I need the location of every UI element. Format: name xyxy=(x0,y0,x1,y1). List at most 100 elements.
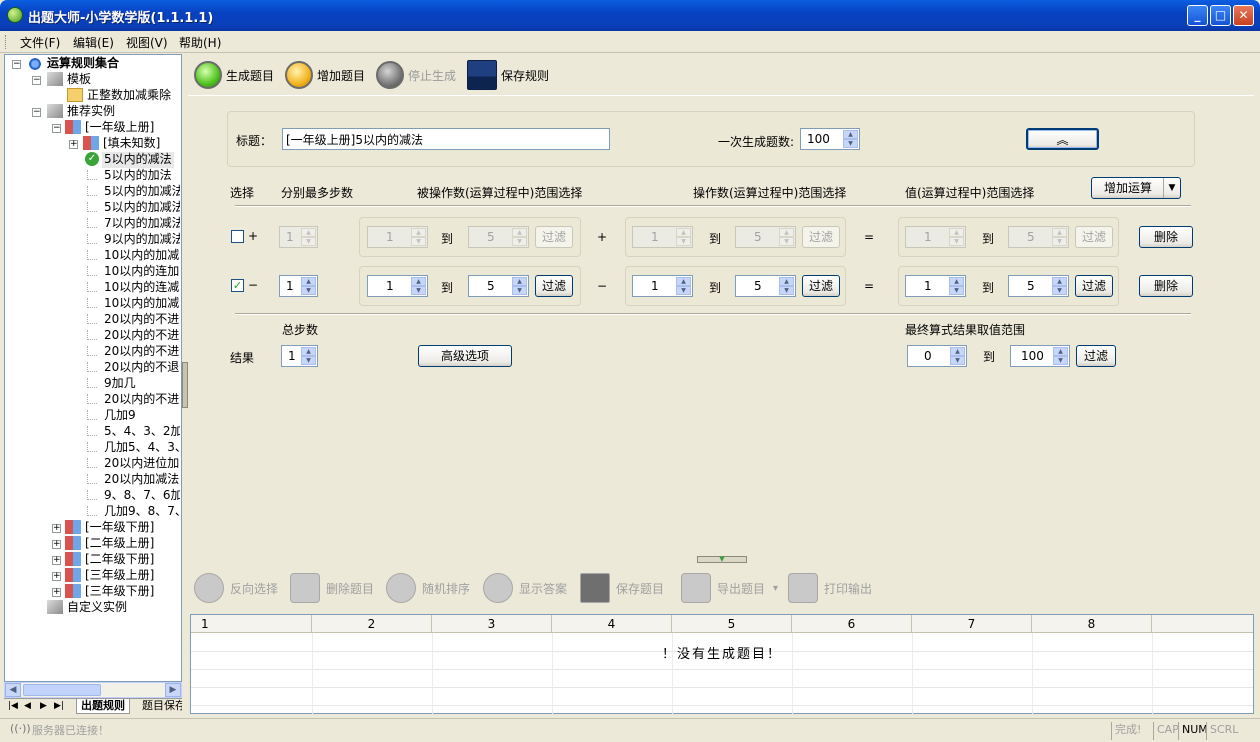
row1-steps[interactable]: 1 ▲ ▼ xyxy=(279,226,318,248)
export-button[interactable]: 导出题目 ▾ xyxy=(681,570,778,606)
grid-col-4[interactable]: 4 xyxy=(552,615,672,633)
row2-v-to[interactable]: 5 ▲ ▼ xyxy=(1008,275,1069,297)
spin-up-icon[interactable]: ▲ xyxy=(512,277,527,286)
advanced-options-button[interactable]: 高级选项 xyxy=(418,345,512,367)
tab-first-button[interactable]: |◀ xyxy=(8,701,18,711)
row1-a-filter[interactable]: 过滤 xyxy=(535,226,573,248)
menu-file[interactable]: 文件(F) xyxy=(20,34,60,51)
tree-leaf[interactable]: 20以内的不进位 xyxy=(104,312,180,328)
spin-down-icon[interactable]: ▼ xyxy=(301,286,316,295)
tree-leaf[interactable]: 20以内的不进位 xyxy=(104,344,180,360)
close-button[interactable]: ✕ xyxy=(1233,5,1254,26)
tree-leaf[interactable]: 20以内的不退位 xyxy=(104,360,180,376)
title-input[interactable]: [一年级上册]5以内的减法 xyxy=(282,128,610,150)
total-steps-spinner[interactable]: 1 ▲ ▼ xyxy=(281,345,318,367)
spin-down-icon[interactable]: ▼ xyxy=(950,356,965,365)
row1-checkbox[interactable] xyxy=(231,230,244,243)
tree-expander[interactable]: + xyxy=(52,556,61,565)
scroll-left-button[interactable]: ◀ xyxy=(5,683,21,697)
row1-v-filter[interactable]: 过滤 xyxy=(1075,226,1113,248)
stop-button[interactable]: 停止生成 xyxy=(376,59,456,91)
tree-leaf[interactable]: 20以内加减法 xyxy=(104,472,180,488)
tree-grade[interactable]: [二年级下册] xyxy=(85,552,154,568)
tree-expander[interactable]: + xyxy=(52,588,61,597)
tree-leaf[interactable]: 几加5、4、3、2 xyxy=(104,440,180,456)
spin-up-icon[interactable]: ▲ xyxy=(1053,347,1068,356)
add-operation-button[interactable]: 增加运算 ▼ xyxy=(1091,177,1181,199)
spin-up-icon[interactable]: ▲ xyxy=(301,347,316,356)
spin-down-icon[interactable]: ▼ xyxy=(411,286,426,295)
tree-grade[interactable]: [三年级上册] xyxy=(85,568,154,584)
spin-up-icon[interactable]: ▲ xyxy=(301,228,316,237)
tree-grade[interactable]: [三年级下册] xyxy=(85,584,154,600)
generate-button[interactable]: 生成题目 xyxy=(194,59,274,91)
questions-grid[interactable]: 1 2 3 4 5 6 7 8 ！没有生成题目！ xyxy=(190,614,1254,715)
spin-down-icon[interactable]: ▼ xyxy=(411,237,426,246)
spin-up-icon[interactable]: ▲ xyxy=(301,277,316,286)
tree-leaf[interactable]: 9、8、7、6加几 xyxy=(104,488,180,504)
spin-up-icon[interactable]: ▲ xyxy=(676,277,691,286)
spin-down-icon[interactable]: ▼ xyxy=(1052,286,1067,295)
count-spinner[interactable]: 100 ▲ ▼ xyxy=(800,128,860,150)
tree-leaf[interactable]: 20以内进位加法 xyxy=(104,456,180,472)
spin-up-icon[interactable]: ▲ xyxy=(949,228,964,237)
spin-up-icon[interactable]: ▲ xyxy=(411,277,426,286)
scroll-right-button[interactable]: ▶ xyxy=(165,683,181,697)
final-filter-button[interactable]: 过滤 xyxy=(1076,345,1116,367)
spin-down-icon[interactable]: ▼ xyxy=(779,286,794,295)
tree-leaf[interactable]: 10以内的连减 xyxy=(104,280,180,296)
row2-a-from[interactable]: 1 ▲ ▼ xyxy=(367,275,428,297)
grid-col-1[interactable]: 1 xyxy=(191,615,312,633)
tree-leaf[interactable]: 5以内的加减法 xyxy=(104,200,180,216)
row2-a-to[interactable]: 5 ▲ ▼ xyxy=(468,275,529,297)
tree-leaf[interactable]: 9加几 xyxy=(104,376,180,392)
scroll-thumb[interactable] xyxy=(23,684,101,696)
grid-col-7[interactable]: 7 xyxy=(912,615,1032,633)
collapse-button[interactable]: ︽ xyxy=(1026,128,1099,150)
tab-rules[interactable]: 出题规则 xyxy=(76,699,130,714)
maximize-button[interactable]: □ xyxy=(1210,5,1231,26)
rule-tree[interactable]: − 运算规则集合 − 模板 正整数加减乘除 − 推荐实例 − [一年级上册] +… xyxy=(4,54,182,682)
tree-expander[interactable]: + xyxy=(52,572,61,581)
row1-b-to[interactable]: 5 ▲ ▼ xyxy=(735,226,796,248)
tree-leaf[interactable]: 5以内的加减法 xyxy=(104,184,180,200)
shuffle-button[interactable]: 随机排序 xyxy=(386,570,470,606)
tree-leaf[interactable]: 几加9、8、7、6 xyxy=(104,504,180,520)
tree-fill[interactable]: [填未知数] xyxy=(103,136,160,152)
tree-leaf[interactable]: 10以内的连加 xyxy=(104,264,180,280)
grid-col-8[interactable]: 8 xyxy=(1032,615,1152,633)
spin-down-icon[interactable]: ▼ xyxy=(779,237,794,246)
tree-leaf[interactable]: 10以内的加减法 xyxy=(104,296,180,312)
tree-custom[interactable]: 自定义实例 xyxy=(67,600,127,616)
minimize-button[interactable]: _ xyxy=(1187,5,1208,26)
row1-b-from[interactable]: 1 ▲ ▼ xyxy=(632,226,693,248)
delete-questions-button[interactable]: 删除题目 xyxy=(290,570,374,606)
spin-up-icon[interactable]: ▲ xyxy=(843,130,858,139)
grid-col-5[interactable]: 5 xyxy=(672,615,792,633)
tab-saved[interactable]: 题目保存 xyxy=(138,699,182,714)
tree-expander[interactable]: − xyxy=(12,60,21,69)
tree-leaf[interactable]: 9以内的加减法 xyxy=(104,232,180,248)
tree-leaf[interactable]: 20以内的不进位 xyxy=(104,328,180,344)
add-button[interactable]: 增加题目 xyxy=(285,59,365,91)
grid-col-2[interactable]: 2 xyxy=(312,615,432,633)
tree-leaf[interactable]: 7以内的加减法 xyxy=(104,216,180,232)
spin-down-icon[interactable]: ▼ xyxy=(512,237,527,246)
row1-v-to[interactable]: 5 ▲ ▼ xyxy=(1008,226,1069,248)
spin-down-icon[interactable]: ▼ xyxy=(676,286,691,295)
tab-last-button[interactable]: ▶| xyxy=(54,701,64,711)
tree-leaf[interactable]: 几加9 xyxy=(104,408,180,424)
row1-b-filter[interactable]: 过滤 xyxy=(802,226,840,248)
row2-steps[interactable]: 1 ▲ ▼ xyxy=(279,275,318,297)
row1-a-from[interactable]: 1 ▲ ▼ xyxy=(367,226,428,248)
tree-grade[interactable]: [一年级下册] xyxy=(85,520,154,536)
tree-item-selected[interactable]: 5以内的减法 xyxy=(102,152,174,168)
spin-up-icon[interactable]: ▲ xyxy=(949,277,964,286)
menu-view[interactable]: 视图(V) xyxy=(126,34,168,51)
row2-b-to[interactable]: 5 ▲ ▼ xyxy=(735,275,796,297)
tab-prev-button[interactable]: ◀ xyxy=(24,701,31,711)
tree-expander[interactable]: − xyxy=(32,76,41,85)
tree-expander[interactable]: + xyxy=(52,540,61,549)
spin-down-icon[interactable]: ▼ xyxy=(301,237,316,246)
row2-v-filter[interactable]: 过滤 xyxy=(1075,275,1113,297)
